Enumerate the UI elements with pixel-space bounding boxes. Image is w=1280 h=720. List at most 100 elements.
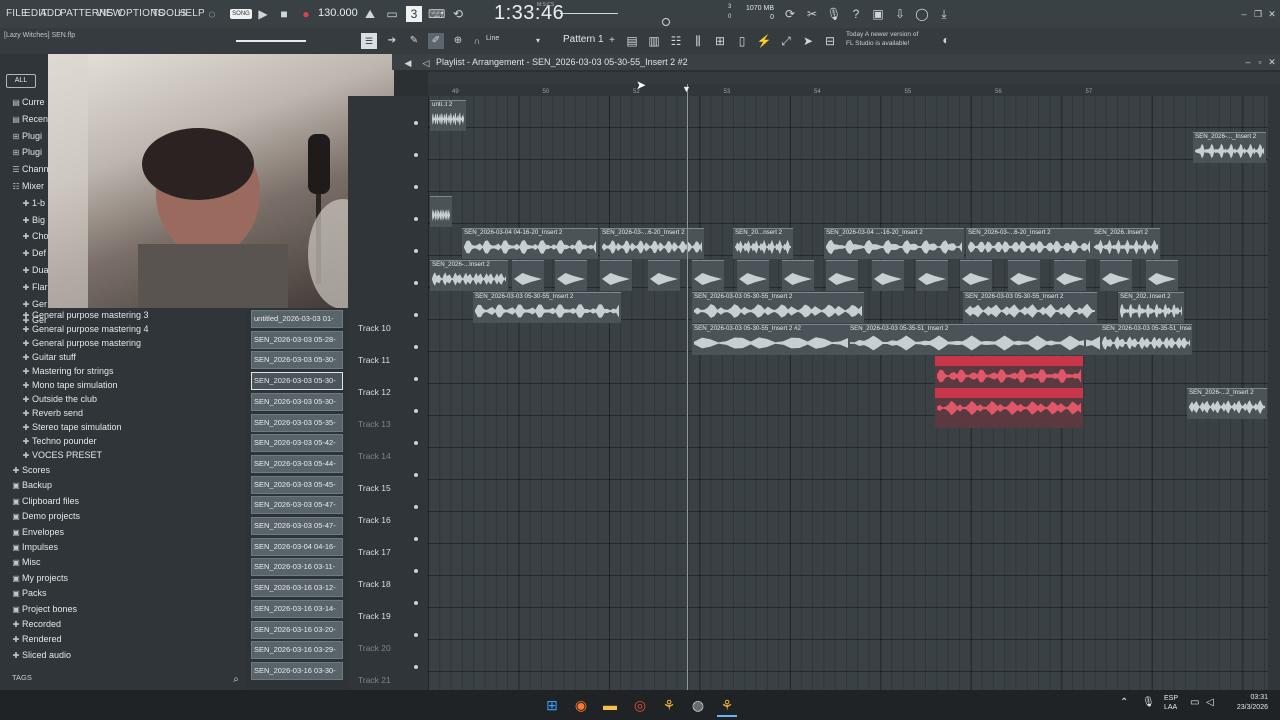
track-mute-dot[interactable] bbox=[414, 537, 418, 541]
browser-folder-item[interactable]: ✚ Recorded bbox=[10, 619, 250, 633]
track-name[interactable]: Track 10 bbox=[358, 323, 391, 333]
tray-network-icon[interactable]: ▭ bbox=[1190, 697, 1199, 708]
timeline-ruler[interactable] bbox=[428, 84, 1280, 96]
browser-preset-item[interactable]: ✚ Mastering for strings bbox=[20, 366, 260, 380]
browser-folder-item[interactable]: ✚ Rendered bbox=[10, 634, 250, 648]
playlist-clip-chunk[interactable] bbox=[737, 260, 769, 291]
playlist-grid[interactable] bbox=[428, 96, 1268, 690]
playlist-clip[interactable]: SEN_2026-...2_Insert 2 bbox=[1187, 388, 1267, 419]
download-icon[interactable]: ⤓ bbox=[936, 6, 952, 22]
track-name[interactable]: Track 15 bbox=[358, 483, 391, 493]
language-indicator[interactable]: ESP LAA bbox=[1164, 694, 1178, 712]
wait-input-icon[interactable]: ▭ bbox=[384, 6, 400, 22]
clip-list-item[interactable]: SEN_2026-03-03 05-44- bbox=[251, 454, 343, 473]
playlist-clip[interactable] bbox=[430, 196, 452, 227]
plug-icon[interactable]: ⚡ bbox=[756, 33, 772, 49]
playlist-clip-chunk[interactable] bbox=[1146, 260, 1178, 291]
playlist-close-icon[interactable]: ✕ bbox=[1264, 54, 1280, 70]
render-icon[interactable]: ⇩ bbox=[892, 6, 908, 22]
playlist-clip[interactable]: SEN_2026-03-03 05-35-51_Insert 2 bbox=[848, 324, 1086, 355]
playlist-scrollbar[interactable] bbox=[1268, 96, 1280, 690]
clip-list-item[interactable]: untitled_2026-03-03 01- bbox=[251, 310, 343, 328]
system-clock[interactable]: 03:31 23/3/2026 bbox=[1228, 693, 1268, 713]
menu-add[interactable]: ADD bbox=[40, 8, 62, 19]
close-icon[interactable]: ✕ bbox=[1264, 6, 1280, 22]
stamp-icon[interactable]: ⊕ bbox=[450, 33, 466, 49]
playlist-clip-chunk[interactable] bbox=[648, 260, 680, 291]
magnet-icon[interactable]: ∩ bbox=[469, 33, 485, 49]
browser-preset-item[interactable]: ✚ Mono tape simulation bbox=[20, 380, 260, 394]
step-edit-icon[interactable]: ⌨ bbox=[428, 6, 445, 22]
tray-mic-icon[interactable]: 🎙 bbox=[1142, 697, 1155, 708]
browser-preset-item[interactable]: ✚ Reverb send bbox=[20, 408, 260, 422]
info-icon[interactable]: ◐ bbox=[938, 32, 954, 48]
playlist-clip[interactable]: SEN_2026-03-04 04-16-20_Insert 2 bbox=[462, 228, 598, 259]
playlist-menu-icon[interactable]: ◀ bbox=[400, 55, 416, 71]
playhead[interactable] bbox=[687, 84, 688, 690]
clip-list-item[interactable]: SEN_2026-03-03 05-30- bbox=[251, 351, 343, 370]
clip-list-item[interactable]: SEN_2026-03-16 03-30- bbox=[251, 661, 343, 680]
refresh-icon[interactable]: ⟳ bbox=[782, 6, 798, 22]
playlist-clip[interactable]: SEN_202..Insert 2 bbox=[1118, 292, 1184, 323]
track-name[interactable]: Track 21 bbox=[358, 675, 391, 685]
brush-icon[interactable]: ✐ bbox=[428, 33, 444, 49]
playhead-marker-icon[interactable]: ▼ bbox=[682, 84, 691, 94]
news-panel[interactable]: Today A newer version of FL Studio is av… bbox=[846, 30, 918, 48]
song-mode-toggle[interactable]: SONG bbox=[230, 9, 252, 19]
browser-folder-item[interactable]: ▣ Project bones bbox=[10, 604, 250, 618]
cut-icon[interactable]: ✂ bbox=[804, 6, 820, 22]
playlist-clip[interactable]: SEN_2026..Insert 2 bbox=[1092, 228, 1160, 259]
browser-folder-item[interactable]: ▣ Misc bbox=[10, 557, 250, 571]
pencil-icon[interactable]: ✎ bbox=[406, 33, 422, 49]
clip-list-item[interactable]: SEN_2026-03-03 05-47- bbox=[251, 517, 343, 535]
track-mute-dot[interactable] bbox=[414, 345, 418, 349]
chrome-icon[interactable]: ◎ bbox=[630, 695, 650, 715]
clip-list-item[interactable]: SEN_2026-03-03 05-30- bbox=[251, 372, 343, 391]
playlist-clip-chunk[interactable] bbox=[1100, 260, 1132, 291]
playlist-clip[interactable]: SEN_20...nsert 2 bbox=[733, 228, 793, 259]
clip-list-item[interactable]: SEN_2026-03-03 05-30- bbox=[251, 392, 343, 411]
clip-list-item[interactable]: SEN_2026-03-03 05-45- bbox=[251, 475, 343, 494]
playlist-clip-chunk[interactable] bbox=[692, 260, 724, 291]
plugin-picker-icon[interactable]: ▯ bbox=[734, 33, 750, 49]
playlist-clip[interactable]: SEN_2026-03-04 ...-16-20_Insert 2 bbox=[824, 228, 964, 259]
track-name[interactable]: Track 19 bbox=[358, 611, 391, 621]
playlist-clip[interactable]: SEN_2026-03-...6-20_Insert 2 bbox=[600, 228, 704, 259]
browser-preset-item[interactable]: ✚ Techno pounder bbox=[20, 436, 260, 450]
pattern-selector[interactable]: Pattern 1 bbox=[563, 34, 604, 45]
playlist-clip[interactable]: SEN_2026-03-...6-20_Insert 2 bbox=[966, 228, 1092, 259]
playlist-clip-chunk[interactable] bbox=[872, 260, 904, 291]
playlist-clip-chunk[interactable] bbox=[960, 260, 992, 291]
tempo-display[interactable]: 130.000 bbox=[318, 7, 358, 19]
browser-folder-item[interactable]: ▣ My projects bbox=[10, 573, 250, 587]
master-pitch-knob[interactable] bbox=[662, 18, 670, 26]
microphone-icon[interactable]: 🎙 bbox=[826, 6, 842, 22]
stop-icon[interactable]: ■ bbox=[276, 6, 292, 22]
track-mute-dot[interactable] bbox=[414, 313, 418, 317]
browser-folder-item[interactable]: ✚ Scores bbox=[10, 465, 250, 479]
playlist-clip[interactable]: SEN_2026-03-03 05-30-55_Insert 2 bbox=[473, 292, 621, 323]
obs-icon[interactable]: ◍ bbox=[688, 695, 708, 715]
track-name[interactable]: Track 20 bbox=[358, 643, 391, 653]
track-name[interactable]: Track 11 bbox=[358, 355, 390, 365]
clip-list-item[interactable]: SEN_2026-03-03 05-35- bbox=[251, 413, 343, 432]
playlist-icon[interactable]: ▤ bbox=[624, 33, 640, 49]
track-mute-dot[interactable] bbox=[414, 633, 418, 637]
browser-preset-item[interactable]: ✚ Outside the club bbox=[20, 394, 260, 408]
master-volume-slider[interactable] bbox=[560, 13, 618, 14]
browser-preset-item[interactable]: ✚ General purpose mastering 4 bbox=[20, 324, 260, 338]
tags-label[interactable]: TAGS bbox=[12, 673, 32, 682]
browser-folder-item[interactable]: ▣ Impulses bbox=[10, 542, 250, 556]
playlist-clip[interactable]: SEN_2026-03-03 05-35-51_Insert 2 bbox=[1100, 324, 1192, 355]
track-name[interactable]: Track 18 bbox=[358, 579, 391, 589]
playlist-view-icon[interactable]: ☰ bbox=[361, 33, 377, 49]
save-icon[interactable]: ▣ bbox=[870, 6, 886, 22]
fl-studio-icon[interactable]: ⚘ bbox=[659, 695, 679, 715]
help-icon[interactable]: ? bbox=[848, 6, 864, 22]
browser-preset-item[interactable]: ✚ Stereo tape simulation bbox=[20, 422, 260, 436]
browser-preset-item[interactable]: ✚ VOCES PRESET bbox=[20, 450, 260, 464]
browser-preset-item[interactable]: ✚ General purpose mastering 3 bbox=[20, 310, 260, 324]
track-mute-dot[interactable] bbox=[414, 409, 418, 413]
clip-list-item[interactable]: SEN_2026-03-16 03-20- bbox=[251, 620, 343, 639]
playlist-clip-chunk[interactable] bbox=[512, 260, 544, 291]
